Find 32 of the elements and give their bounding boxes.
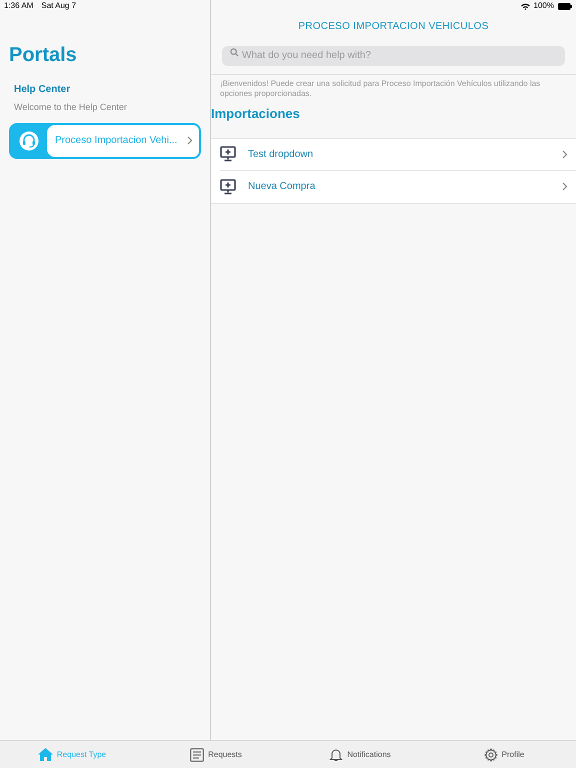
request-type-label: Nueva Compra — [248, 180, 316, 194]
portal-label: Proceso Importacion Vehi... — [55, 134, 178, 148]
search-icon — [230, 48, 239, 57]
bell-icon — [329, 748, 344, 762]
document-list-icon — [190, 748, 204, 762]
home-icon — [38, 748, 53, 761]
page-title: PROCESO IMPORTACION VEHICULOS — [297, 20, 490, 34]
search-field[interactable]: What do you need help with? — [222, 46, 565, 66]
chevron-right-icon — [562, 182, 568, 191]
chevron-right-icon — [562, 150, 568, 158]
section-subtitle: Welcome to the Help Center — [14, 101, 128, 114]
sidebar-title: Portals — [9, 43, 78, 68]
settings-icon — [484, 748, 498, 762]
status-time: 1:36 AM — [4, 0, 34, 12]
portal-item[interactable]: Proceso Importacion Vehi... — [9, 122, 201, 158]
section-title: Help Center — [14, 83, 72, 97]
tab-bar-item[interactable]: Requests — [144, 741, 288, 768]
headset-icon — [19, 130, 39, 150]
request-type-row[interactable]: Nueva Compra — [220, 170, 576, 202]
battery-percent: 100% — [534, 0, 554, 12]
tab-bar-item[interactable]: Notifications — [288, 741, 432, 768]
status-date: Sat Aug 7 — [41, 0, 76, 12]
group-title: Importaciones — [211, 105, 301, 123]
monitor-plus-icon — [220, 146, 236, 162]
request-type-row[interactable]: Test dropdown — [220, 138, 576, 170]
tab-bar-item[interactable]: Profile — [432, 741, 576, 768]
wifi-icon — [520, 2, 530, 10]
intro-text: ¡Bienvenidos! Puede crear una solicitud para Proceso Importación Vehículos utilizando las opciones proporcionadas. — [219, 79, 542, 99]
request-type-label: Test dropdown — [248, 148, 314, 162]
battery-icon — [558, 2, 572, 10]
monitor-plus-icon — [220, 178, 236, 194]
chevron-right-icon — [187, 136, 193, 145]
